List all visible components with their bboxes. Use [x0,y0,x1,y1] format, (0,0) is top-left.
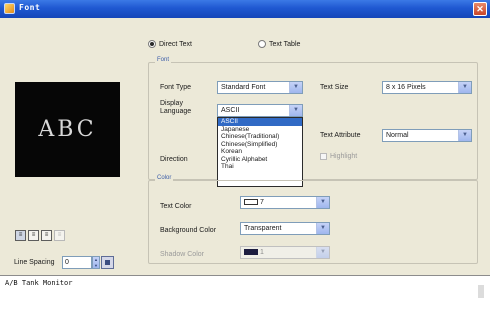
scrollbar[interactable] [478,285,484,298]
radio-text-table[interactable]: Text Table [258,40,300,48]
font-preview: ABC [15,82,120,177]
app-icon [4,3,15,14]
title-bar[interactable]: Font ✕ [0,0,490,18]
text-color-label: Text Color [160,203,192,210]
text-attribute-value: Normal [386,132,409,139]
background-color-select[interactable]: Transparent ▼ [240,222,330,235]
shadow-color-swatch [244,249,258,256]
font-group: Font [148,57,478,180]
language-option-chinese-traditional[interactable]: Chinese(Traditional) [218,133,302,141]
radio-direct-text-label: Direct Text [159,40,192,48]
display-language-select[interactable]: ASCII ▼ [217,104,303,117]
highlight-label: Highlight [330,153,358,160]
chevron-down-icon: ▼ [289,105,302,116]
preview-text: ABC [38,117,97,142]
bottom-text-content: A/B Tank Monitor [5,279,73,287]
font-type-value: Standard Font [221,84,266,91]
align-justify-icon[interactable]: ≡ [54,230,65,241]
close-button[interactable]: ✕ [473,2,487,16]
display-language-value: ASCII [221,107,240,114]
text-size-select[interactable]: 8 x 16 Pixels ▼ [382,81,472,94]
shadow-color-value: 1 [260,249,264,256]
line-spacing-label: Line Spacing [14,259,55,266]
radio-direct-text[interactable]: Direct Text [148,40,192,48]
text-color-value: 7 [260,199,264,206]
background-color-value: Transparent [244,225,282,232]
background-color-label: Background Color [160,227,217,234]
text-attribute-select[interactable]: Normal ▼ [382,129,472,142]
radio-circle [148,40,156,48]
highlight-check-square [320,153,327,160]
language-option-ascii[interactable]: ASCII [218,118,302,126]
chevron-down-icon: ▼ [458,130,471,141]
language-option-korean[interactable]: Korean [218,148,302,156]
align-left-icon[interactable]: ≡ [15,230,26,241]
chevron-down-icon: ▼ [458,82,471,93]
chevron-down-icon: ▼ [289,82,302,93]
spinner-arrows-icon[interactable]: ▲ ▼ [92,256,100,269]
font-group-legend: Font [155,57,172,63]
text-editor[interactable]: A/B Tank Monitor [0,275,490,300]
language-option-cyrillic[interactable]: Cyrillic Alphabet [218,156,302,164]
text-color-select[interactable]: 7 ▼ [240,196,330,209]
line-spacing-apply-icon[interactable] [101,256,114,269]
window-title: Font [19,3,41,12]
radio-dot [150,42,154,46]
text-attribute-label: Text Attribute [320,132,361,139]
align-right-icon[interactable]: ≡ [41,230,52,241]
language-option-japanese[interactable]: Japanese [218,126,302,134]
radio-circle [258,40,266,48]
chevron-down-icon: ▼ [316,223,329,234]
shadow-color-label: Shadow Color [160,251,204,258]
text-color-swatch [244,199,258,206]
chevron-down-icon: ▼ [316,247,329,258]
text-size-value: 8 x 16 Pixels [386,84,426,91]
font-dialog: Font ✕ Direct Text Text Table Font Font … [0,0,490,300]
align-center-icon[interactable]: ≡ [28,230,39,241]
language-option-chinese-simplified[interactable]: Chinese(Simplified) [218,141,302,149]
color-group-legend: Color [155,175,174,181]
display-language-label: Display Language [160,100,192,115]
radio-text-table-label: Text Table [269,40,301,48]
direction-label: Direction [160,156,188,163]
alignment-toolbar: ≡ ≡ ≡ ≡ [15,230,65,241]
font-type-select[interactable]: Standard Font ▼ [217,81,303,94]
line-spacing-input[interactable]: 0 [62,256,92,269]
chevron-down-icon: ▼ [316,197,329,208]
shadow-color-select[interactable]: 1 ▼ [240,246,330,259]
language-option-thai[interactable]: Thai [218,163,302,171]
text-size-label: Text Size [320,84,349,91]
highlight-checkbox[interactable]: Highlight [320,153,357,160]
display-language-dropdown: ASCII Japanese Chinese(Traditional) Chin… [217,117,303,187]
font-type-label: Font Type [160,84,192,91]
